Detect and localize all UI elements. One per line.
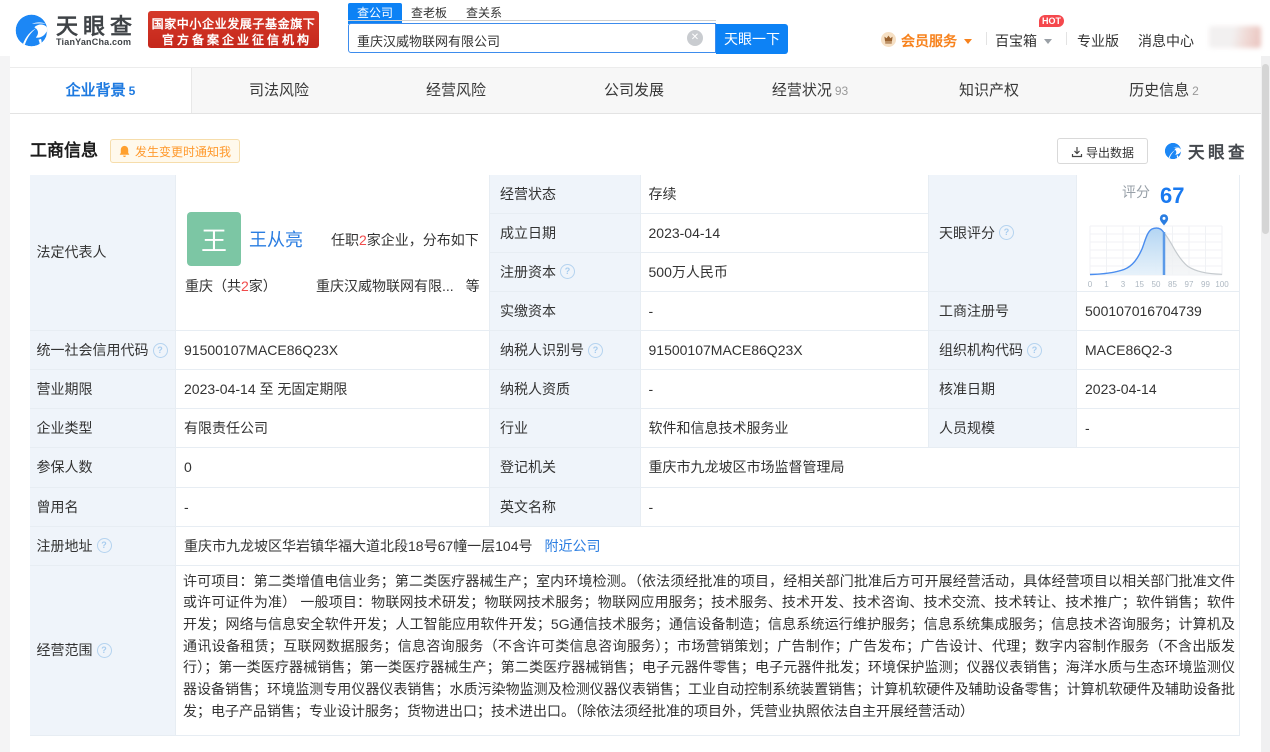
svg-text:1: 1 (1104, 280, 1109, 289)
svg-text:3: 3 (1121, 280, 1126, 289)
svg-text:15: 15 (1135, 280, 1144, 289)
svg-text:99: 99 (1201, 280, 1210, 289)
svg-text:0: 0 (1088, 280, 1093, 289)
svg-text:100: 100 (1215, 280, 1229, 289)
svg-text:85: 85 (1168, 280, 1177, 289)
svg-text:50: 50 (1152, 280, 1161, 289)
svg-text:97: 97 (1185, 280, 1194, 289)
